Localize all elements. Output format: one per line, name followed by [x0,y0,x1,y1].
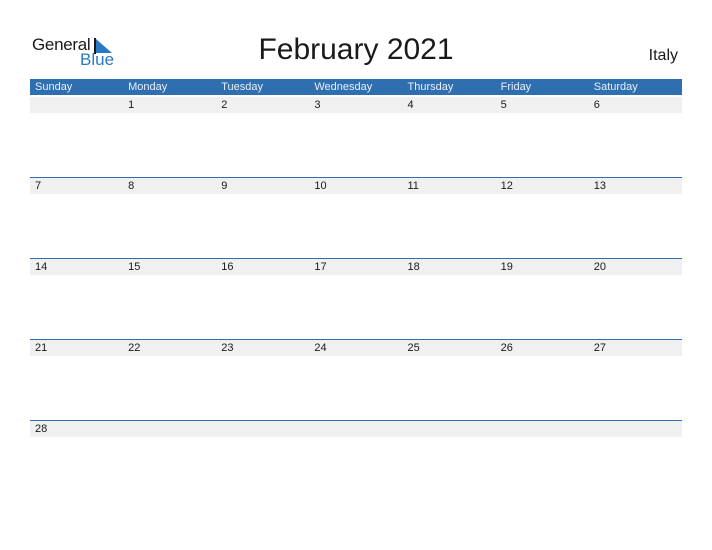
week-row-2: 7 8 9 10 11 12 13 [30,177,682,258]
weekday-header: Sunday Monday Tuesday Wednesday Thursday… [30,79,682,95]
day-cell: 17 [314,261,327,273]
day-cell [309,421,402,437]
day-cell: 8 [128,180,135,192]
day-cell: 26 [500,342,513,354]
calendar-title: February 2021 [258,33,454,66]
weekday-saturday: Saturday [593,81,638,93]
weekday-friday: Friday [500,81,532,93]
day-cell: 2 [221,99,228,111]
weekday-wednesday: Wednesday [314,81,373,93]
day-cell [589,421,682,437]
day-cell: 14 [35,261,48,273]
day-cell: 16 [221,261,234,273]
day-cell: 1 [128,99,135,111]
day-cell: 7 [35,180,42,192]
day-cell [216,421,309,437]
day-cell: 25 [407,342,420,354]
day-cell: 5 [500,99,507,111]
country-label: Italy [648,47,678,64]
day-cell [403,421,496,437]
day-cell: 12 [500,180,513,192]
day-cell: 18 [407,261,420,273]
weekday-thursday: Thursday [407,81,454,93]
day-cell [30,97,123,113]
day-cell: 4 [407,99,414,111]
week-row-3: 14 15 16 17 18 19 20 [30,258,682,339]
day-cell [123,421,216,437]
day-cell: 6 [593,99,600,111]
day-cell: 13 [593,180,606,192]
weekday-sunday: Sunday [35,81,73,93]
day-cell: 22 [128,342,141,354]
week-row-1: 1 2 3 4 5 6 [30,97,682,178]
weekday-tuesday: Tuesday [221,81,264,93]
day-cell: 19 [500,261,513,273]
day-cell: 27 [593,342,606,354]
day-cell: 15 [128,261,141,273]
week-row-5: 28 [30,420,682,501]
day-cell: 10 [314,180,327,192]
day-cell: 20 [593,261,606,273]
day-cell: 11 [407,180,419,192]
weekday-monday: Monday [128,81,168,93]
day-cell: 23 [221,342,234,354]
day-cell: 9 [221,180,228,192]
week-row-4: 21 22 23 24 25 26 27 [30,339,682,420]
day-cell: 24 [314,342,327,354]
day-cell: 28 [35,423,48,435]
day-cell: 3 [314,99,321,111]
day-cell: 21 [35,342,48,354]
day-cell [496,421,589,437]
